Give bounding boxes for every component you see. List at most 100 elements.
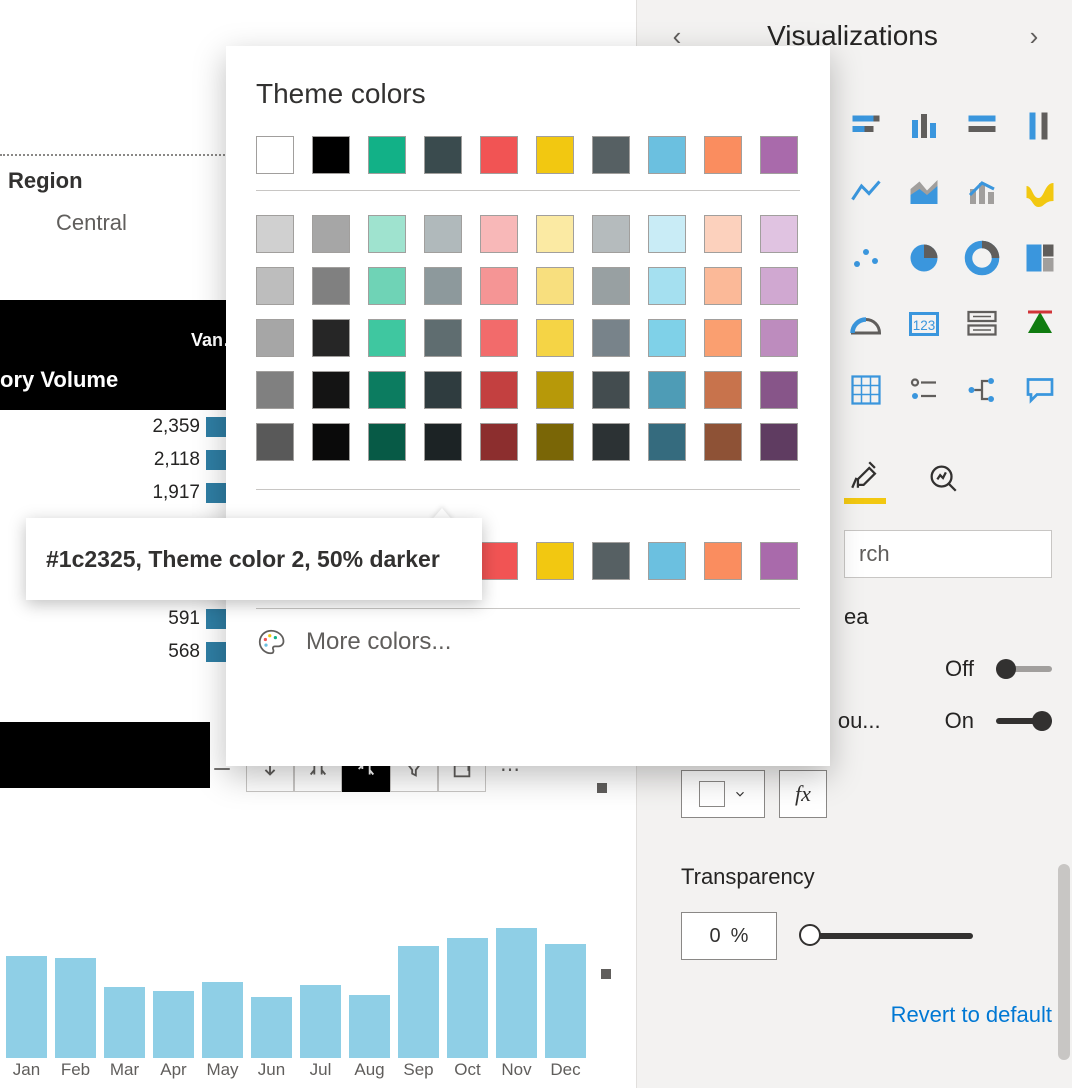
- property-group-label[interactable]: ea: [844, 604, 1072, 630]
- chart-bar[interactable]: [104, 987, 145, 1058]
- color-dropdown[interactable]: [681, 770, 765, 818]
- color-swatch[interactable]: [424, 371, 462, 409]
- column-clustered-100-icon[interactable]: [1018, 104, 1062, 148]
- toggle-off[interactable]: [996, 660, 1052, 678]
- line-column-icon[interactable]: [960, 170, 1004, 214]
- color-swatch[interactable]: [256, 423, 294, 461]
- color-swatch[interactable]: [480, 215, 518, 253]
- matrix-icon[interactable]: [844, 368, 888, 412]
- decomposition-tree-icon[interactable]: [960, 368, 1004, 412]
- scatter-chart-icon[interactable]: [844, 236, 888, 280]
- chart-bar[interactable]: [55, 958, 96, 1058]
- color-swatch[interactable]: [648, 371, 686, 409]
- column-chart[interactable]: JanFebMarAprMayJunJulAugSepOctNovDec: [0, 795, 602, 1080]
- color-swatch[interactable]: [536, 136, 574, 174]
- slicer-icon[interactable]: [902, 368, 946, 412]
- color-swatch[interactable]: [760, 371, 798, 409]
- color-swatch[interactable]: [760, 542, 798, 580]
- color-swatch[interactable]: [368, 423, 406, 461]
- color-swatch[interactable]: [704, 542, 742, 580]
- color-swatch[interactable]: [704, 371, 742, 409]
- color-swatch[interactable]: [592, 267, 630, 305]
- color-swatch[interactable]: [312, 319, 350, 357]
- analytics-tab[interactable]: [922, 452, 964, 504]
- color-swatch[interactable]: [592, 371, 630, 409]
- bar-clustered-100-icon[interactable]: [960, 104, 1004, 148]
- color-swatch[interactable]: [480, 371, 518, 409]
- color-swatch[interactable]: [312, 423, 350, 461]
- color-swatch[interactable]: [536, 267, 574, 305]
- color-swatch[interactable]: [760, 267, 798, 305]
- color-swatch[interactable]: [256, 371, 294, 409]
- color-swatch[interactable]: [480, 267, 518, 305]
- color-swatch[interactable]: [424, 215, 462, 253]
- color-swatch[interactable]: [368, 371, 406, 409]
- chart-bar[interactable]: [153, 991, 194, 1058]
- color-swatch[interactable]: [592, 215, 630, 253]
- transparency-slider[interactable]: [803, 933, 973, 939]
- color-swatch[interactable]: [592, 542, 630, 580]
- color-swatch[interactable]: [760, 319, 798, 357]
- color-swatch[interactable]: [760, 215, 798, 253]
- selection-handle[interactable]: [597, 783, 607, 793]
- color-swatch[interactable]: [536, 542, 574, 580]
- color-swatch[interactable]: [592, 136, 630, 174]
- bar-stacked-icon[interactable]: [844, 104, 888, 148]
- donut-chart-icon[interactable]: [960, 236, 1004, 280]
- color-swatch[interactable]: [648, 136, 686, 174]
- color-swatch[interactable]: [312, 267, 350, 305]
- color-swatch[interactable]: [256, 267, 294, 305]
- color-swatch[interactable]: [592, 423, 630, 461]
- chart-bar[interactable]: [545, 944, 586, 1058]
- chart-bar[interactable]: [251, 997, 292, 1058]
- q-and-a-icon[interactable]: [1018, 368, 1062, 412]
- chart-bar[interactable]: [496, 928, 537, 1058]
- color-swatch[interactable]: [648, 423, 686, 461]
- color-swatch[interactable]: [480, 136, 518, 174]
- gauge-icon[interactable]: [844, 302, 888, 346]
- card-icon[interactable]: 123: [902, 302, 946, 346]
- color-swatch[interactable]: [648, 319, 686, 357]
- color-swatch[interactable]: [648, 215, 686, 253]
- kpi-icon[interactable]: [1018, 302, 1062, 346]
- chart-bar[interactable]: [6, 956, 47, 1058]
- color-swatch[interactable]: [760, 423, 798, 461]
- toggle-on[interactable]: [996, 712, 1052, 730]
- color-swatch[interactable]: [424, 423, 462, 461]
- chart-bar[interactable]: [202, 982, 243, 1058]
- format-tab[interactable]: [844, 452, 886, 504]
- ribbon-chart-icon[interactable]: [1018, 170, 1062, 214]
- color-swatch[interactable]: [704, 423, 742, 461]
- color-swatch[interactable]: [480, 423, 518, 461]
- color-swatch[interactable]: [536, 215, 574, 253]
- color-swatch[interactable]: [368, 319, 406, 357]
- color-swatch[interactable]: [536, 371, 574, 409]
- color-swatch[interactable]: [536, 423, 574, 461]
- chart-bar[interactable]: [398, 946, 439, 1058]
- selection-handle[interactable]: [601, 969, 611, 979]
- color-swatch[interactable]: [312, 371, 350, 409]
- color-swatch[interactable]: [704, 136, 742, 174]
- color-swatch[interactable]: [760, 136, 798, 174]
- revert-to-default-link[interactable]: Revert to default: [659, 1002, 1052, 1028]
- transparency-input[interactable]: 0 %: [681, 912, 777, 960]
- color-swatch[interactable]: [368, 136, 406, 174]
- column-clustered-icon[interactable]: [902, 104, 946, 148]
- fx-button[interactable]: fx: [779, 770, 827, 818]
- color-swatch[interactable]: [424, 319, 462, 357]
- color-swatch[interactable]: [424, 267, 462, 305]
- color-swatch[interactable]: [704, 215, 742, 253]
- color-swatch[interactable]: [256, 215, 294, 253]
- color-swatch[interactable]: [256, 136, 294, 174]
- treemap-icon[interactable]: [1018, 236, 1062, 280]
- color-swatch[interactable]: [368, 215, 406, 253]
- collapse-right-icon[interactable]: ›: [1016, 18, 1052, 54]
- more-colors-button[interactable]: More colors...: [256, 627, 800, 657]
- color-swatch[interactable]: [592, 319, 630, 357]
- color-swatch[interactable]: [648, 542, 686, 580]
- color-swatch[interactable]: [424, 136, 462, 174]
- chart-bar[interactable]: [300, 985, 341, 1058]
- color-swatch[interactable]: [312, 215, 350, 253]
- color-swatch[interactable]: [480, 542, 518, 580]
- color-swatch[interactable]: [480, 319, 518, 357]
